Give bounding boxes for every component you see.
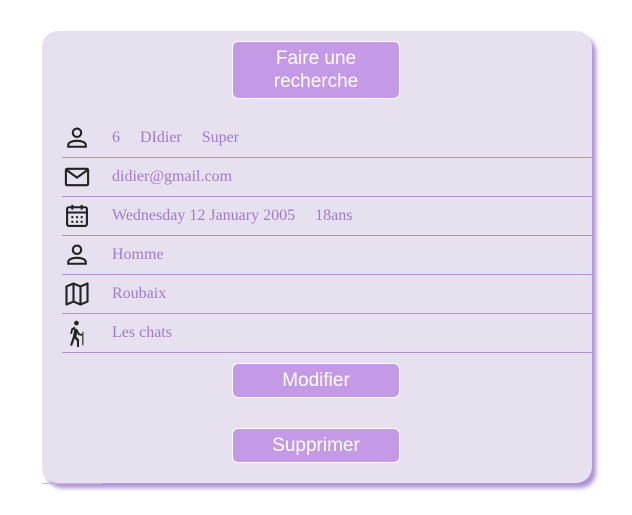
- calendar-icon: [62, 201, 92, 231]
- profile-card: Faire une recherche 6 DIdier Super didier@…: [42, 31, 592, 483]
- name-row: 6 DIdier Super: [62, 119, 592, 158]
- delete-button[interactable]: Supprimer: [232, 428, 400, 463]
- user-birthdate: Wednesday 12 January 2005: [112, 207, 296, 224]
- gender-row: Homme: [62, 236, 592, 275]
- hiking-icon: [62, 318, 92, 348]
- user-email: didier@gmail.com: [112, 168, 233, 185]
- mail-icon: [62, 162, 92, 192]
- divider: [42, 483, 102, 484]
- city-row: Roubaix: [62, 275, 592, 314]
- user-hobby: Les chats: [112, 324, 172, 341]
- birthdate-row: Wednesday 12 January 2005 18ans: [62, 197, 592, 236]
- gender-icon: [62, 240, 92, 270]
- edit-button[interactable]: Modifier: [232, 363, 400, 398]
- map-icon: [62, 279, 92, 309]
- person-icon: [62, 123, 92, 153]
- user-firstname: DIdier: [140, 129, 182, 146]
- user-city: Roubaix: [112, 285, 167, 302]
- user-age: 18ans: [315, 207, 353, 224]
- user-gender: Homme: [112, 246, 164, 263]
- user-id: 6: [112, 129, 120, 146]
- search-button[interactable]: Faire une recherche: [232, 41, 400, 99]
- email-row: didier@gmail.com: [62, 158, 592, 197]
- profile-details: 6 DIdier Super didier@gmail.com Wednesday …: [62, 119, 592, 353]
- hobby-row: Les chats: [62, 314, 592, 353]
- user-lastname: Super: [201, 129, 240, 146]
